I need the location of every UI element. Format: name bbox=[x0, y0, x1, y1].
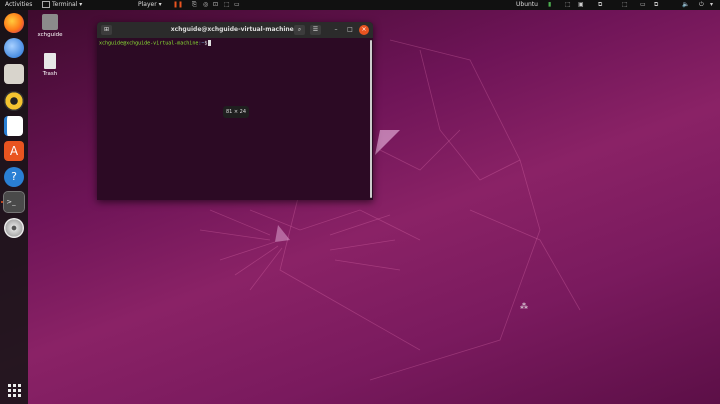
vm-fullscreen-icon[interactable]: ⬚ bbox=[224, 0, 230, 10]
desktop-trash[interactable]: Trash bbox=[35, 53, 65, 77]
terminal-icon[interactable]: >_ bbox=[3, 191, 25, 213]
vm-devices-icon[interactable]: ◎ bbox=[203, 0, 208, 10]
new-tab-button[interactable]: ⊞ bbox=[101, 25, 112, 35]
player-menu[interactable]: Player ▾ bbox=[138, 0, 162, 10]
software-icon[interactable]: A bbox=[4, 141, 24, 161]
sound-icon[interactable]: 🔈 bbox=[682, 0, 689, 10]
system-tray-icon-6[interactable]: ⧉ bbox=[654, 0, 658, 10]
terminal-headerbar[interactable]: ⊞ xchguide@xchguide-virtual-machine: ~ ⌕… bbox=[97, 22, 373, 38]
help-icon[interactable]: ? bbox=[4, 167, 24, 187]
search-button[interactable]: ⌕ bbox=[294, 25, 305, 35]
terminal-app-menu[interactable]: Terminal ▾ bbox=[42, 0, 82, 10]
system-tray-icon-5[interactable]: ▭ bbox=[640, 0, 646, 10]
home-folder-icon bbox=[42, 14, 58, 30]
prompt-user: xchguide@xchguide-virtual-machine bbox=[99, 40, 199, 47]
close-button[interactable]: × bbox=[359, 25, 369, 35]
network-icon[interactable]: ▮ bbox=[548, 0, 551, 10]
trash-icon bbox=[44, 53, 56, 69]
dock: A ? >_ bbox=[0, 10, 28, 404]
text-cursor bbox=[208, 40, 212, 46]
terminal-size-tooltip: 81 × 24 bbox=[223, 106, 249, 118]
menu-button[interactable]: ☰ bbox=[310, 25, 321, 35]
files-icon[interactable] bbox=[4, 64, 24, 84]
terminal-title: xchguide@xchguide-virtual-machine: ~ bbox=[170, 26, 304, 33]
writer-icon[interactable] bbox=[4, 116, 23, 136]
rhythmbox-icon[interactable] bbox=[4, 91, 24, 111]
vm-view-icon[interactable]: ▭ bbox=[234, 0, 240, 10]
vm-unity-icon[interactable]: ⊡ bbox=[213, 0, 218, 10]
prompt-symbol: $ bbox=[204, 40, 208, 47]
busy-cursor-icon: ⁂ bbox=[520, 302, 528, 311]
minimize-button[interactable]: – bbox=[331, 25, 341, 35]
keyboard-layout-label[interactable]: Ubuntu bbox=[516, 0, 538, 10]
show-applications-icon[interactable] bbox=[4, 380, 24, 400]
terminal-scrollbar[interactable] bbox=[370, 40, 372, 198]
dvd-icon[interactable] bbox=[4, 218, 24, 238]
system-tray-icon-3[interactable]: ⧉ bbox=[598, 0, 602, 10]
running-indicator bbox=[1, 201, 3, 203]
vm-send-key-icon[interactable]: ⎘ bbox=[192, 0, 197, 10]
system-tray-icon-1[interactable]: ⬚ bbox=[565, 0, 571, 10]
system-menu-arrow-icon[interactable]: ▾ bbox=[710, 0, 713, 10]
desktop-icon-label: xchguide bbox=[37, 32, 63, 38]
terminal-prompt[interactable]: xchguide@xchguide-virtual-machine:~$ bbox=[99, 40, 212, 47]
desktop-icon-label: Trash bbox=[42, 71, 58, 77]
terminal-window[interactable]: ⊞ xchguide@xchguide-virtual-machine: ~ ⌕… bbox=[97, 22, 373, 200]
power-icon[interactable]: ⏻ bbox=[699, 0, 704, 10]
system-tray-icon-4[interactable]: ⬚ bbox=[622, 0, 628, 10]
thunderbird-icon[interactable] bbox=[4, 38, 24, 58]
system-tray-icon-2[interactable]: ▣ bbox=[578, 0, 584, 10]
vm-pause-icon[interactable]: ❚❚ bbox=[173, 0, 183, 10]
activities-button[interactable]: Activities bbox=[5, 0, 32, 10]
terminal-small-icon bbox=[42, 1, 50, 8]
desktop-home-folder[interactable]: xchguide bbox=[35, 14, 65, 38]
top-bar: Activities Terminal ▾ Player ▾ ❚❚ ⎘ ◎ ⊡ ⬚… bbox=[0, 0, 720, 10]
maximize-button[interactable]: □ bbox=[345, 25, 355, 35]
firefox-icon[interactable] bbox=[4, 13, 24, 33]
